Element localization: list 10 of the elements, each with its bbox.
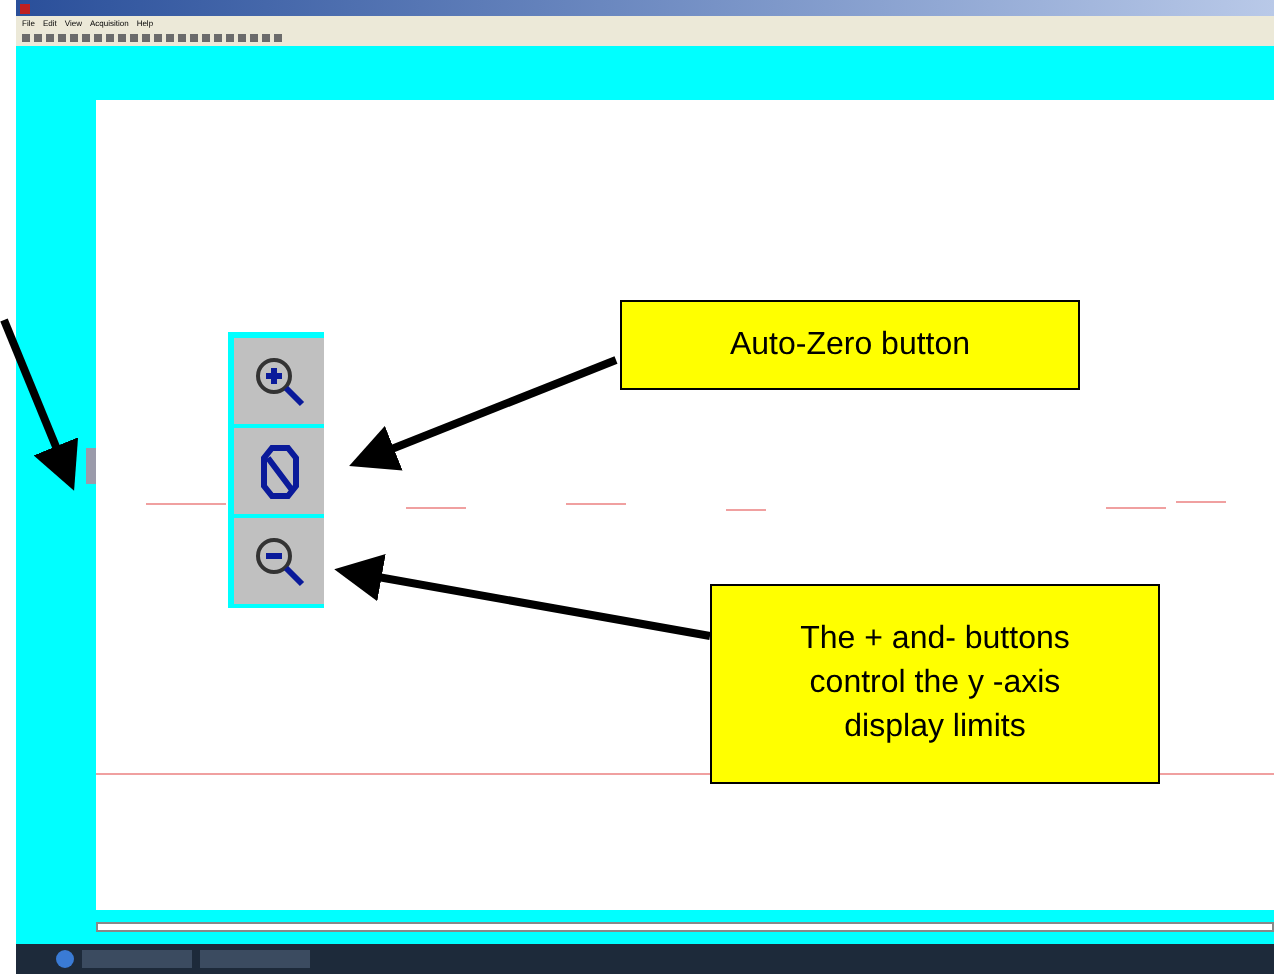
taskbar-button[interactable] xyxy=(200,950,310,968)
start-icon[interactable] xyxy=(56,950,74,968)
app-icon xyxy=(20,3,30,13)
zoom-in-button[interactable] xyxy=(234,338,324,424)
zero-icon xyxy=(259,441,299,501)
auto-zero-button[interactable] xyxy=(234,428,324,514)
callout-box: The + and- buttons control the y -axis display limits xyxy=(710,584,1160,784)
side-handle[interactable] xyxy=(86,447,96,483)
zoom-out-button[interactable] xyxy=(234,518,324,604)
callout-box: Auto-Zero button xyxy=(620,300,1080,390)
